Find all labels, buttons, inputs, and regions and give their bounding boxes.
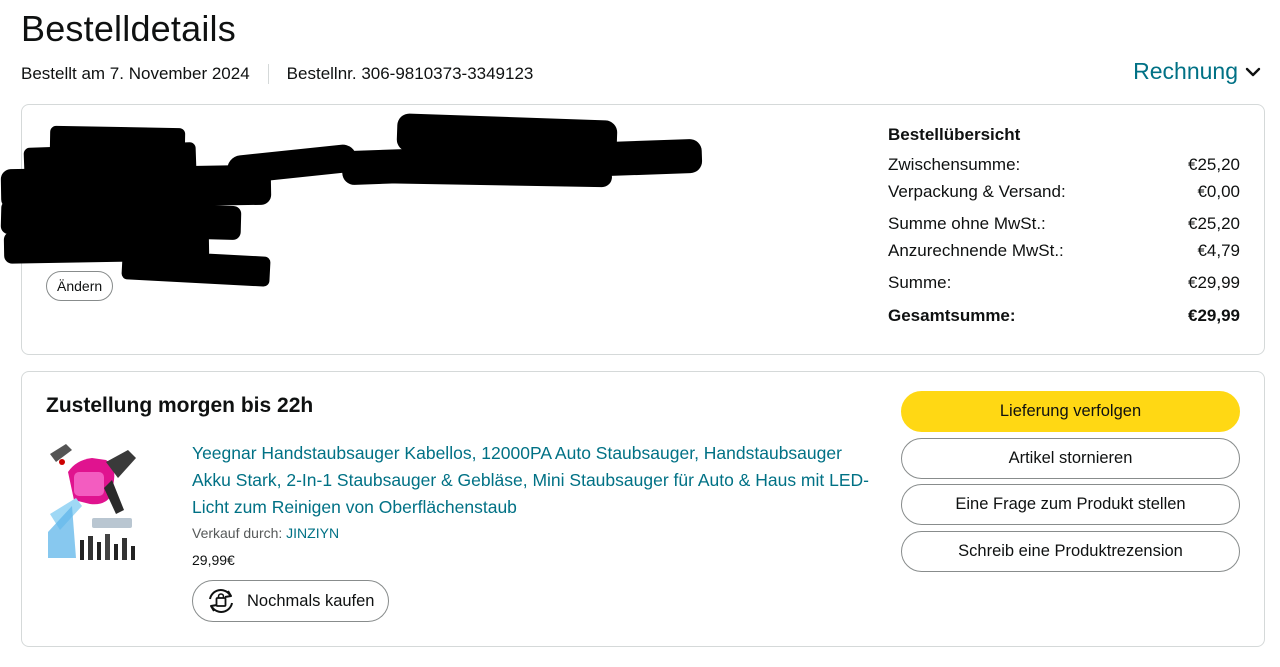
- summary-label: Zwischensumme:: [888, 155, 1021, 174]
- buy-again-label: Nochmals kaufen: [247, 591, 375, 610]
- seller-prefix: Verkauf durch:: [192, 525, 283, 541]
- order-meta: Bestellt am 7. November 2024 Bestellnr. …: [21, 64, 533, 84]
- summary-row-shipping: Verpackung & Versand: €0,00: [888, 178, 1240, 205]
- summary-row-subtotal: Zwischensumme: €25,20: [888, 151, 1240, 178]
- page-title: Bestelldetails: [21, 8, 236, 49]
- summary-row-net: Summe ohne MwSt.: €25,20: [888, 210, 1240, 237]
- summary-label: Summe ohne MwSt.:: [888, 214, 1046, 233]
- write-review-button[interactable]: Schreib eine Produktrezension: [901, 530, 1240, 572]
- invoice-label: Rechnung: [1133, 58, 1238, 84]
- ask-product-question-button[interactable]: Eine Frage zum Produkt stellen: [901, 484, 1240, 525]
- track-package-button[interactable]: Lieferung verfolgen: [901, 391, 1240, 432]
- delivery-status-title: Zustellung morgen bis 22h: [46, 394, 314, 417]
- summary-value: €0,00: [1197, 182, 1240, 201]
- summary-label: Verpackung & Versand:: [888, 182, 1066, 201]
- summary-value: €25,20: [1188, 155, 1240, 174]
- shipment-card: Zustellung morgen bis 22h Yeegnar Handst…: [21, 371, 1265, 647]
- summary-row-vat: Anzurechnende MwSt.: €4,79: [888, 237, 1240, 264]
- summary-label: Gesamtsumme:: [888, 306, 1016, 325]
- chevron-down-icon: [1245, 67, 1261, 76]
- summary-value: €4,79: [1197, 241, 1240, 260]
- order-summary-card: Ändern Bestellübersicht Zwischensumme: €…: [0, 104, 1265, 355]
- product-price: 29,99€: [192, 552, 235, 568]
- product-title-link[interactable]: Yeegnar Handstaubsauger Kabellos, 12000P…: [192, 440, 882, 521]
- summary-value: €29,99: [1188, 306, 1240, 325]
- summary-row-sum: Summe: €29,99: [888, 269, 1240, 296]
- summary-label: Anzurechnende MwSt.:: [888, 241, 1064, 260]
- order-number: Bestellnr. 306-9810373-3349123: [286, 64, 534, 83]
- summary-title: Bestellübersicht: [888, 125, 1021, 144]
- summary-value: €29,99: [1188, 273, 1240, 292]
- invoice-dropdown[interactable]: Rechnung: [1133, 58, 1262, 85]
- product-image[interactable]: [46, 440, 142, 564]
- summary-label: Summe:: [888, 273, 952, 292]
- summary-row-grand-total: Gesamtsumme: €29,99: [888, 302, 1240, 329]
- seller-info: Verkauf durch: JINZIYN: [192, 525, 339, 541]
- order-date: Bestellt am 7. November 2024: [21, 64, 250, 83]
- seller-link[interactable]: JINZIYN: [286, 525, 339, 541]
- meta-divider: [267, 64, 269, 84]
- summary-value: €25,20: [1188, 214, 1240, 233]
- cancel-items-button[interactable]: Artikel stornieren: [901, 437, 1240, 479]
- buy-again-button[interactable]: Nochmals kaufen: [192, 580, 390, 622]
- order-summary: Bestellübersicht Zwischensumme: €25,20 V…: [888, 125, 1240, 329]
- shipment-actions: Lieferung verfolgen Artikel stornieren E…: [901, 391, 1240, 577]
- rebuy-cycle-icon: [209, 589, 233, 613]
- change-address-button[interactable]: Ändern: [46, 271, 114, 301]
